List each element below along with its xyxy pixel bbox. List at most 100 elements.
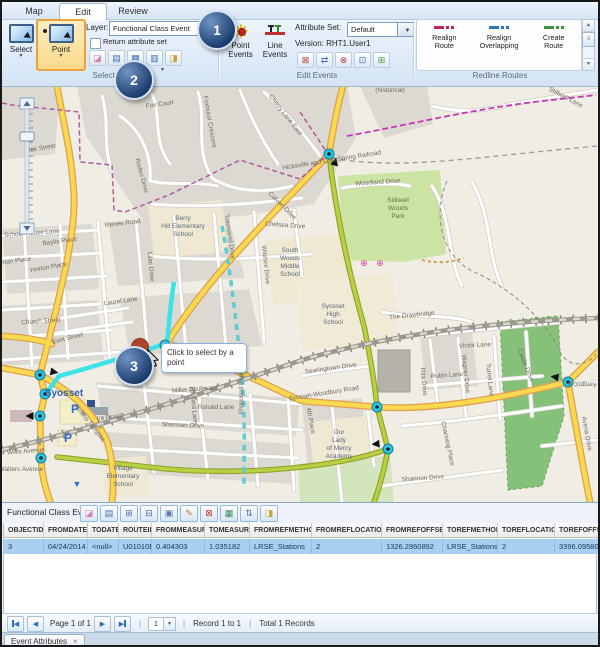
tab-map[interactable]: Map <box>12 4 56 18</box>
column-header-torefmethod[interactable]: TOREFMETHOD <box>443 523 498 538</box>
scroll-down-icon[interactable]: ▼ <box>583 58 594 70</box>
map-label: Walters Avenue <box>2 466 44 473</box>
cell-fromreflocation[interactable]: 2 <box>312 539 382 554</box>
event-table-icon[interactable]: ⊞ <box>373 52 390 68</box>
column-header-todate[interactable]: TODATE <box>88 523 119 538</box>
line-events-button[interactable]: Line Events <box>257 20 293 70</box>
chevron-down-icon[interactable]: ▼ <box>164 617 176 631</box>
cell-torefoffset[interactable]: 3396.0958005 <box>555 539 599 554</box>
record-range-text: Record 1 to 1 <box>193 619 241 628</box>
redline-scrollbar[interactable]: ▲ ≡ ▼ <box>582 19 595 71</box>
map-label: Searingtown Drive <box>304 361 357 375</box>
map-label: Lady <box>332 437 347 444</box>
show-all-records-icon[interactable]: ▤ <box>100 505 118 522</box>
group-separator <box>413 21 415 77</box>
merge-event-icon[interactable]: ⇄ <box>316 52 333 68</box>
column-header-tomeasure[interactable]: TOMEASURE <box>205 523 250 538</box>
chevron-down-icon[interactable]: ▾ <box>161 66 164 73</box>
cell-fromrefoffset[interactable]: 1326.2860892 <box>382 539 443 554</box>
ribbon-tab-bar: Map Edit Review <box>2 2 598 20</box>
cell-frommeasure[interactable]: 0.404303 <box>152 539 205 554</box>
redline-routes-panel: RealignRouteRealignOverlappingCreateRout… <box>416 19 582 71</box>
cell-routeid[interactable]: U01010E <box>119 539 152 554</box>
last-page-button[interactable]: ▶ <box>114 616 131 632</box>
map-label: Hill Elementary <box>161 223 205 230</box>
map-label: Our <box>334 429 346 436</box>
point-select-icon <box>49 24 74 43</box>
next-page-button[interactable]: ▶ <box>94 616 111 632</box>
column-header-toreflocation[interactable]: TOREFLOCATION <box>498 523 555 538</box>
close-icon[interactable]: × <box>73 637 78 646</box>
selectable-layers-icon[interactable]: ◨ <box>165 50 182 66</box>
realign-route-button[interactable]: RealignRoute <box>417 20 472 70</box>
map-label: High <box>326 311 340 318</box>
attribute-set-combobox[interactable]: Default <box>347 22 400 37</box>
attributes-table-icon[interactable]: ▦ <box>220 505 238 522</box>
map-label: Chelsea Drive <box>265 221 306 231</box>
point-select-button[interactable]: Point ▾ <box>36 19 86 71</box>
map-canvas[interactable]: (historical)Fox CourtFoxhurst CrescentCh… <box>2 86 598 502</box>
scrollbar-thumb[interactable]: ≡ <box>582 32 595 47</box>
save-icon[interactable]: ▣ <box>160 505 178 522</box>
map-label: Stillwell <box>387 197 409 204</box>
column-header-fromreflocation[interactable]: FROMREFLOCATION <box>312 523 382 538</box>
map-svg: (historical)Fox CourtFoxhurst CrescentCh… <box>2 86 598 502</box>
cell-toreflocation[interactable]: 2 <box>498 539 555 554</box>
separator: | <box>139 619 141 628</box>
select-button[interactable]: Select ▾ <box>5 20 37 70</box>
map-label: Woodbury <box>567 381 597 388</box>
map-label: ▼ <box>73 479 82 489</box>
map-label: P <box>71 402 79 416</box>
page-number-value: 1 <box>148 617 164 631</box>
column-header-fromrefmethod[interactable]: FROMREFMETHOD <box>250 523 312 538</box>
column-header-fromdate[interactable]: FROMDATE <box>44 523 88 538</box>
zoom-track[interactable] <box>25 109 29 223</box>
trim-event-icon[interactable]: ⊗ <box>335 52 352 68</box>
tab-review[interactable]: Review <box>108 4 158 18</box>
column-header-objectid[interactable]: OBJECTID <box>4 523 44 538</box>
cell-torefmethod[interactable]: LRSE_Stations <box>443 539 498 554</box>
building <box>378 350 410 392</box>
callout-2: 2 <box>114 60 154 100</box>
column-header-fromrefoffset[interactable]: FROMREFOFFSET <box>382 523 443 538</box>
clear-selection-icon[interactable]: ◪ <box>89 50 106 66</box>
delete-record-icon[interactable]: ⊠ <box>200 505 218 522</box>
sort-icon[interactable]: ⇅ <box>240 505 258 522</box>
zoom-slider-handle[interactable] <box>20 132 34 141</box>
return-attribute-set-checkbox[interactable] <box>90 38 101 49</box>
page-number-combo[interactable]: 1 ▼ <box>148 617 176 631</box>
map-label: Victor Lane <box>459 341 492 350</box>
layer-combobox-value: Functional Class Event <box>113 24 190 33</box>
edit-record-icon[interactable]: ✎ <box>180 505 198 522</box>
open-icon[interactable]: ◨ <box>260 505 278 522</box>
event-window-icon[interactable]: ⊡ <box>354 52 371 68</box>
map-label: Syosset <box>45 388 84 399</box>
table-row[interactable]: 304/24/2014<null>U01010E0.4043031.035182… <box>4 539 599 554</box>
event-attributes-panel: Functional Class Event ◪▤⊞⊟▣✎⊠▦⇅◨ OBJECT… <box>2 502 598 646</box>
map-label: Berry <box>175 215 191 222</box>
cell-fromrefmethod[interactable]: LRSE_Stations <box>250 539 312 554</box>
previous-page-button[interactable]: ◀ <box>27 616 44 632</box>
split-event-icon[interactable]: ⊠ <box>297 52 314 68</box>
first-page-button[interactable]: ◀ <box>7 616 24 632</box>
unselect-records-icon[interactable]: ⊟ <box>140 505 158 522</box>
cell-todate[interactable]: <null> <box>88 539 119 554</box>
column-header-frommeasure[interactable]: FROMMEASURE <box>152 523 205 538</box>
train-station-icon <box>87 400 95 407</box>
map-label: Park <box>391 213 405 220</box>
cell-tomeasure[interactable]: 1.035182 <box>205 539 250 554</box>
column-header-routeid[interactable]: ROUTEID <box>119 523 152 538</box>
tab-event-attributes[interactable]: Event Attributes× <box>4 634 85 647</box>
select-records-icon[interactable]: ⊞ <box>120 505 138 522</box>
redline-line-icon <box>489 26 509 29</box>
column-header-torefoffset[interactable]: TOREFOFFSET <box>555 523 599 538</box>
select-related-icon[interactable]: ▥ <box>146 50 163 66</box>
separator: | <box>183 619 185 628</box>
map-label: ⊕ <box>360 258 368 268</box>
cell-fromdate[interactable]: 04/24/2014 <box>44 539 88 554</box>
realign-overlapping-button[interactable]: RealignOverlapping <box>472 20 527 70</box>
cell-objectid[interactable]: 3 <box>4 539 44 554</box>
scroll-up-icon[interactable]: ▲ <box>583 20 594 32</box>
create-route-button[interactable]: CreateRoute <box>526 20 581 70</box>
clear-selection-icon[interactable]: ◪ <box>80 505 98 522</box>
